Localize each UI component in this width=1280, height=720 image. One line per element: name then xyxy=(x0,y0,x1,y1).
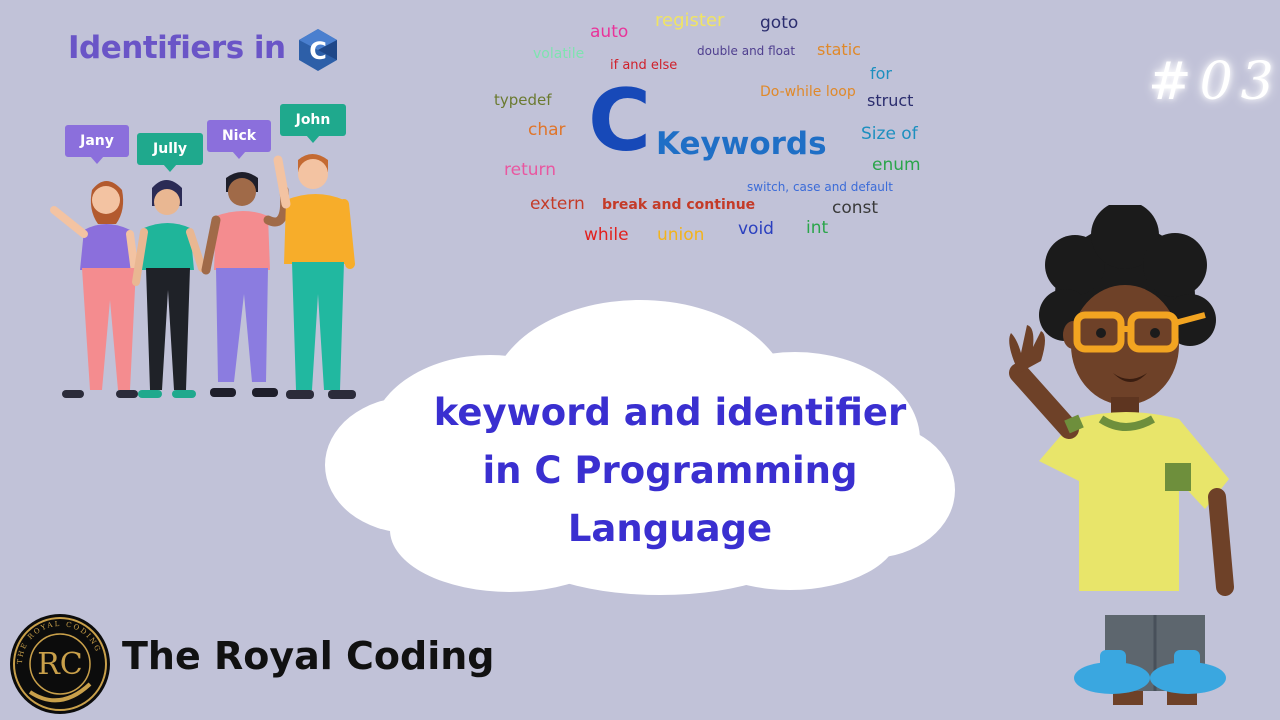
royal-coding-logo-icon: THE ROYAL CODING RC xyxy=(10,614,110,714)
boy-shoes-icon xyxy=(1074,650,1226,694)
waving-boy-illustration xyxy=(1009,205,1234,705)
keyword-break-continue: break and continue xyxy=(602,197,756,213)
person-jully xyxy=(132,180,206,398)
keyword-double-float: double and float xyxy=(697,44,796,58)
keyword-cloud-big-c: C xyxy=(588,71,652,171)
keyword-const: const xyxy=(832,198,879,218)
keyword-static: static xyxy=(817,40,861,59)
headline-line-1: keyword and identifier xyxy=(433,391,907,434)
headline: keyword and identifier in C Programming … xyxy=(390,384,950,558)
keyword-while: while xyxy=(584,225,629,245)
keyword-struct: struct xyxy=(867,91,914,110)
person-nick xyxy=(201,172,290,397)
svg-text:RC: RC xyxy=(37,647,83,682)
name-tag-john: John xyxy=(280,104,346,143)
keyword-return: return xyxy=(504,160,556,180)
keyword-enum: enum xyxy=(872,155,921,175)
headline-line-2: in C Programming xyxy=(482,449,858,492)
keyword-if-else: if and else xyxy=(610,58,678,73)
episode-tag: #03 xyxy=(1148,52,1280,112)
keyword-switch: switch, case and default xyxy=(747,180,893,194)
keyword-union: union xyxy=(657,225,705,245)
keyword-size-of: Size of xyxy=(861,124,918,144)
name-tag-nick: Nick xyxy=(207,120,271,159)
brand-name: The Royal Coding xyxy=(122,634,495,678)
c-language-logo-icon: C xyxy=(299,29,337,71)
person-jany xyxy=(50,181,140,398)
keyword-for: for xyxy=(870,64,892,83)
keyword-cloud-title: Keywords xyxy=(656,126,827,162)
svg-text:C: C xyxy=(309,37,327,65)
keyword-extern: extern xyxy=(530,194,585,214)
keyword-int: int xyxy=(806,218,829,238)
identifiers-heading: Identifiers in xyxy=(68,30,286,66)
keyword-auto: auto xyxy=(590,22,629,42)
keyword-do-while: Do-while loop xyxy=(760,84,856,100)
keyword-register: register xyxy=(655,10,725,31)
keyword-volatile: volatile xyxy=(533,46,585,62)
keyword-goto: goto xyxy=(760,13,799,33)
keyword-void: void xyxy=(738,219,774,239)
keyword-char: char xyxy=(528,120,566,140)
keyword-typedef: typedef xyxy=(494,91,552,109)
headline-line-3: Language xyxy=(567,507,773,550)
